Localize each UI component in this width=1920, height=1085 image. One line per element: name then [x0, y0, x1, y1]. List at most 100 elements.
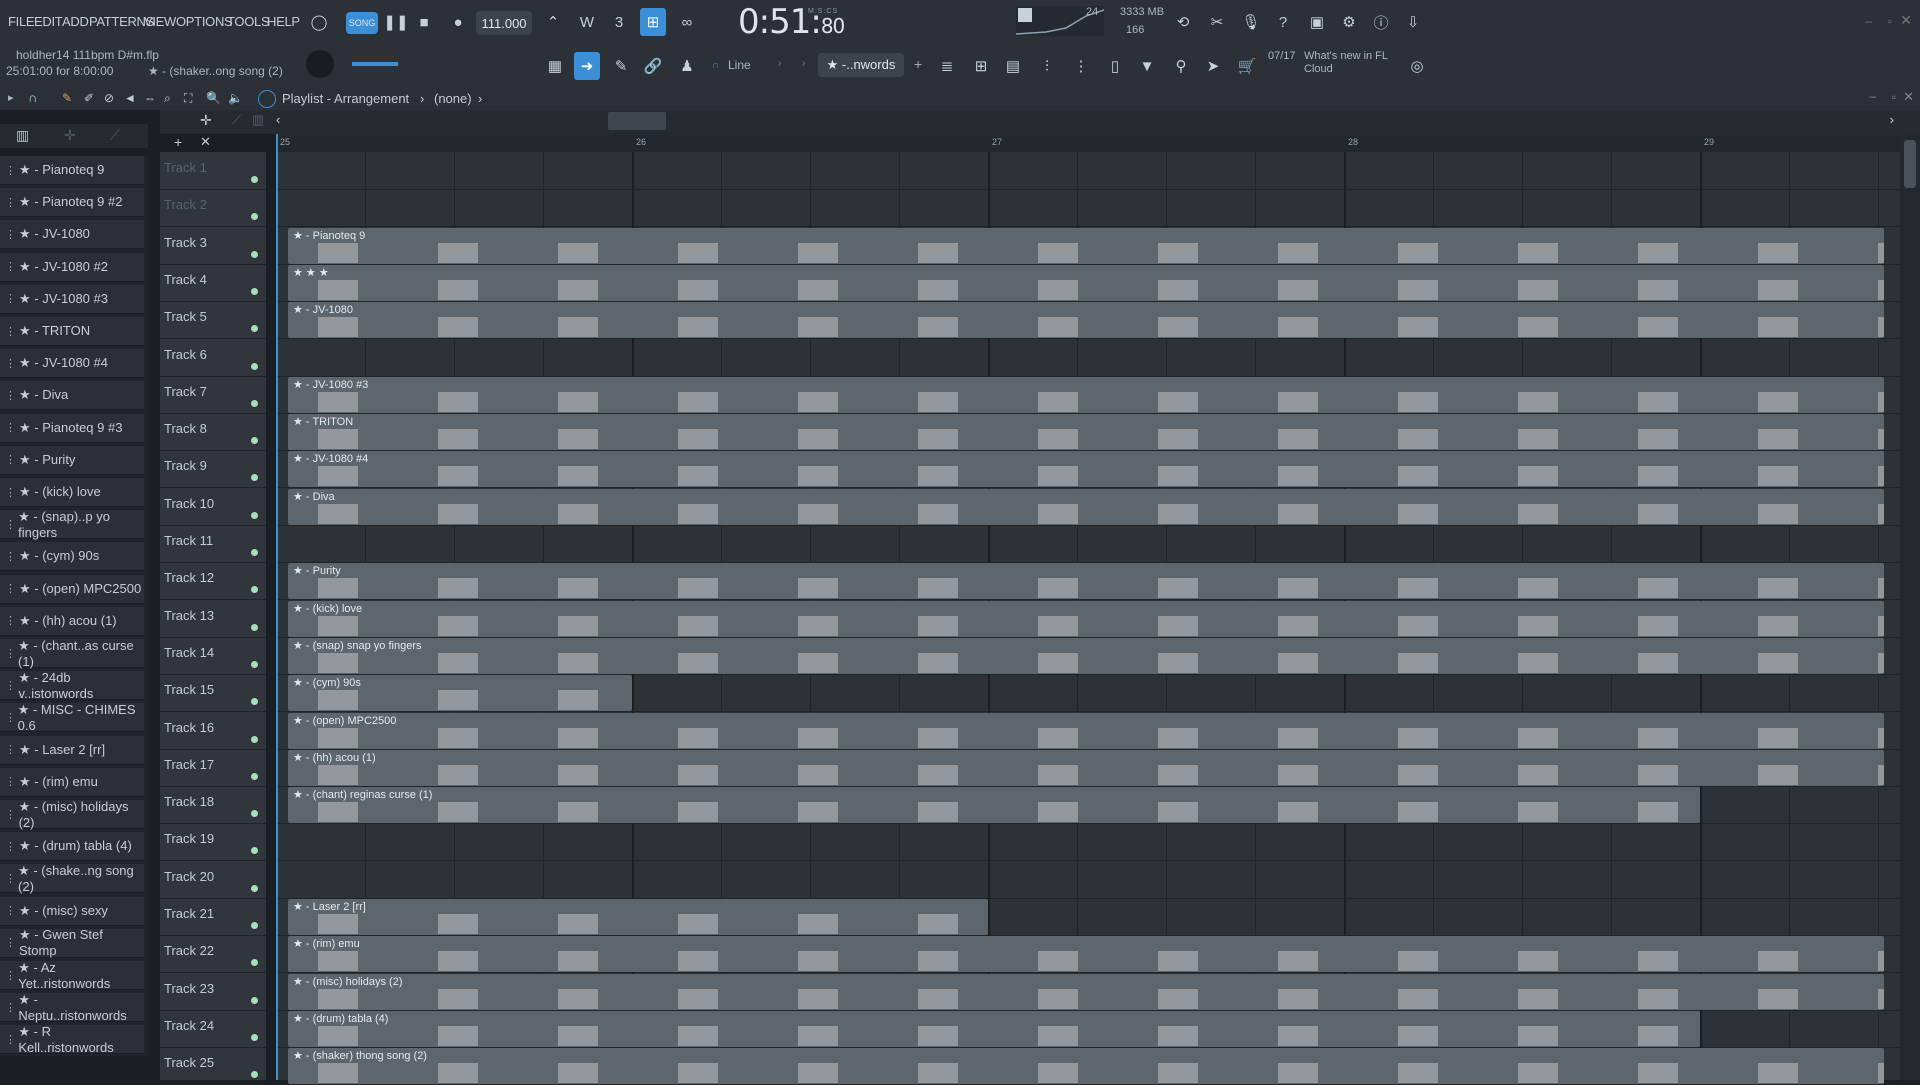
menu-options[interactable]: OPTIONS [176, 14, 233, 29]
pattern-prev-icon[interactable]: › [802, 58, 805, 69]
master-pitch-slider[interactable] [352, 62, 398, 66]
stamp-icon[interactable]: ♟ [674, 52, 700, 80]
pattern-picker-item[interactable]: ⋮ ★ - (shake..ng song (2) [0, 863, 144, 894]
remove-track-icon[interactable]: ✕ [200, 134, 211, 150]
breadcrumb-arrow-icon[interactable]: › [478, 91, 482, 106]
pattern-picker-item[interactable]: ⋮ ★ - Az Yet..ristonwords [0, 960, 144, 991]
news-text[interactable]: What's new in FL Cloud [1304, 50, 1388, 76]
menu-help[interactable]: HELP [267, 14, 300, 29]
pattern-clip[interactable]: ★ - Purity [288, 563, 1884, 600]
pattern-picker-item[interactable]: ⋮ ★ - (misc) sexy [0, 896, 144, 926]
track-row[interactable] [276, 861, 1900, 899]
cut-icon[interactable]: ✂ [1204, 8, 1230, 36]
track-header[interactable]: Track 19 [160, 823, 266, 862]
slip-icon[interactable]: ⇔ [144, 91, 156, 105]
track-header[interactable]: Track 10 [160, 488, 266, 526]
track-active-led[interactable] [251, 437, 258, 445]
speaker-icon[interactable]: 🔈 [228, 91, 243, 105]
pattern-clip[interactable]: ★ - (open) MPC2500 [288, 712, 1884, 749]
pencil-icon[interactable]: ✎ [62, 91, 72, 105]
pattern-picker-item[interactable]: ⋮ ★ - (kick) love [0, 478, 144, 507]
track-active-led[interactable] [251, 996, 258, 1004]
track-row[interactable] [276, 189, 1900, 228]
pl-minimize-icon[interactable]: – [1869, 89, 1876, 103]
pattern-clip[interactable]: ★ - (rim) emu [288, 936, 1884, 973]
minimize-icon[interactable]: – [1865, 14, 1872, 28]
pattern-picker-item[interactable]: ⋮ ★ - Pianoteq 9 #2 [0, 188, 144, 218]
track-header[interactable]: Track 1 [160, 152, 266, 190]
playhead-marker[interactable] [276, 134, 278, 1080]
pattern-picker-item[interactable]: ⋮ ★ - Diva [0, 381, 144, 411]
piano-roll-view-icon[interactable]: ⊞ [968, 52, 994, 80]
pattern-picker-item[interactable]: ⋮ ★ - (open) MPC2500 [0, 574, 144, 604]
link-icon[interactable]: 🔗 [640, 52, 666, 80]
pattern-selector[interactable]: ★ -..nwords [818, 53, 904, 77]
plugin-icon[interactable]: ⚙ [1336, 8, 1362, 36]
pl-maximize-icon[interactable]: ▫ [1892, 90, 1896, 104]
track-active-led[interactable] [251, 735, 258, 743]
scroll-left-icon[interactable]: ‹ [276, 112, 280, 127]
pattern-clip[interactable]: ★ - (chant) reginas curse (1) [288, 787, 1700, 824]
track-header[interactable]: Track 7 [160, 376, 266, 414]
pattern-picker-item[interactable]: ⋮ ★ - TRITON [0, 317, 144, 346]
pattern-clip[interactable]: ★ - Laser 2 [rr] [288, 899, 988, 935]
stop-icon[interactable]: ■ [411, 8, 437, 36]
pattern-clip[interactable]: ★ - JV-1080 [288, 302, 1884, 339]
mute-icon[interactable]: ◄ [124, 91, 136, 105]
pattern-picker-item[interactable]: ⋮ ★ - Pianoteq 9 [0, 156, 144, 185]
record-icon[interactable]: ● [445, 8, 471, 36]
pattern-clip[interactable]: ★ ★ ★ [288, 264, 1884, 301]
track-active-led[interactable] [251, 176, 258, 183]
track-active-led[interactable] [251, 325, 258, 333]
track-header[interactable]: Track 25 [160, 1047, 266, 1085]
plugin-picker-icon[interactable]: ▼ [1134, 52, 1160, 80]
magnet-icon[interactable]: ∩ [712, 60, 719, 71]
track-view-icon[interactable]: ▥ [252, 112, 264, 128]
pattern-clip[interactable]: ★ - (cym) 90s [288, 675, 632, 712]
track-header[interactable]: Track 24 [160, 1010, 266, 1048]
pattern-clip[interactable]: ★ - (snap) snap yo fingers [288, 637, 1884, 674]
pattern-picker-item[interactable]: ⋮ ★ - MISC - CHIMES 0.6 [0, 702, 144, 733]
pattern-clip[interactable]: ★ - (hh) acou (1) [288, 749, 1884, 786]
track-header[interactable]: Track 3 [160, 227, 266, 265]
track-active-led[interactable] [251, 287, 258, 295]
brush-icon[interactable]: ✎ [608, 52, 634, 80]
horizontal-scroll-thumb[interactable] [608, 112, 666, 130]
pattern-clip[interactable]: ★ - Pianoteq 9 [288, 227, 1884, 264]
picker-audio-icon[interactable]: ✛ [64, 127, 76, 144]
track-header[interactable]: Track 18 [160, 786, 266, 825]
track-active-led[interactable] [251, 586, 258, 594]
track-active-led[interactable] [251, 250, 258, 258]
download-icon[interactable]: ⇩ [1400, 8, 1426, 36]
track-header[interactable]: Track 23 [160, 973, 266, 1011]
pattern-picker-item[interactable]: ⋮ ★ - JV-1080 #3 [0, 284, 144, 314]
magnet-snap-icon[interactable]: ∩ [28, 90, 37, 105]
track-active-led[interactable] [251, 772, 258, 780]
menu-view[interactable]: VIEW [144, 14, 176, 29]
track-active-led[interactable] [251, 1071, 258, 1079]
countdown-icon[interactable]: 3 [606, 8, 632, 36]
track-active-led[interactable] [251, 884, 258, 892]
pattern-picker-item[interactable]: ⋮ ★ - (snap)..p yo fingers [0, 509, 144, 540]
track-header[interactable]: Track 20 [160, 861, 266, 899]
track-header[interactable]: Track 17 [160, 749, 266, 787]
delete-icon[interactable]: ⊘ [104, 91, 114, 105]
pattern-clip[interactable]: ★ - (misc) holidays (2) [288, 973, 1884, 1010]
close-icon[interactable]: ✕ [1900, 12, 1912, 29]
zoom-icon[interactable]: 🔍 [206, 91, 221, 105]
pattern-picker-item[interactable]: ⋮ ★ - (hh) acou (1) [0, 606, 144, 636]
track-header[interactable]: Track 4 [160, 264, 266, 302]
pattern-picker-item[interactable]: ⋮ ★ - JV-1080 #4 [0, 349, 144, 379]
pattern-picker-item[interactable]: ⋮ ★ - Purity [0, 445, 144, 475]
track-active-led[interactable] [251, 623, 258, 631]
vertical-scrollbar[interactable] [1900, 134, 1920, 1080]
track-header[interactable]: Track 8 [160, 413, 266, 452]
track-row[interactable] [276, 339, 1900, 377]
track-header[interactable]: Track 14 [160, 637, 266, 675]
master-volume-knob[interactable] [306, 50, 334, 78]
track-header[interactable]: Track 22 [160, 935, 266, 974]
track-row[interactable] [276, 525, 1900, 563]
pattern-picker-item[interactable]: ⋮ ★ - Gwen Stef Stomp [0, 927, 144, 958]
pattern-clip[interactable]: ★ - (drum) tabla (4) [288, 1010, 1700, 1047]
globe-icon[interactable]: ◎ [1404, 52, 1430, 80]
